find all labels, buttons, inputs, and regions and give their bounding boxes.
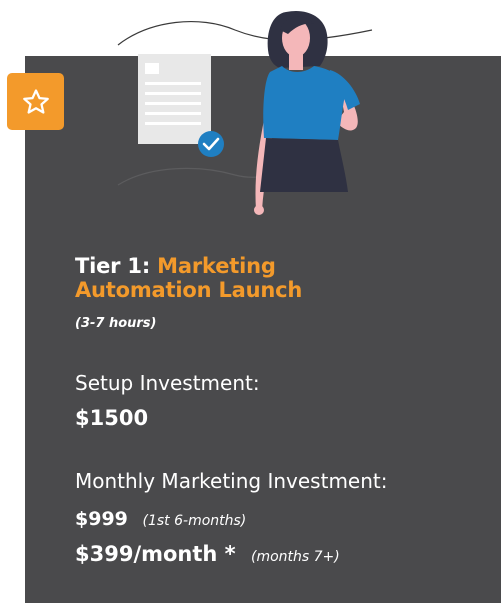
checkmark-icon bbox=[198, 131, 224, 157]
star-badge bbox=[7, 73, 64, 130]
tier-heading: Tier 1: Marketing Automation Launch bbox=[75, 254, 395, 302]
monthly-price-ongoing-amount: $399/month * bbox=[75, 542, 236, 566]
monthly-price-ongoing-note: (months 7+) bbox=[250, 549, 340, 565]
decorative-curve bbox=[117, 21, 373, 46]
document-icon bbox=[138, 54, 211, 144]
tier-duration: (3-7 hours) bbox=[75, 316, 157, 331]
monthly-price-initial-note: (1st 6-months) bbox=[142, 513, 247, 529]
person-illustration bbox=[254, 10, 360, 215]
star-outline-icon bbox=[22, 88, 49, 114]
monthly-price-initial: $999 (1st 6-months) bbox=[75, 506, 246, 534]
hero-illustration bbox=[117, 10, 373, 215]
setup-investment-price: $1500 bbox=[75, 406, 149, 430]
monthly-investment-label: Monthly Marketing Investment: bbox=[75, 469, 388, 493]
pricing-tier-card-section: Tier 1: Marketing Automation Launch (3-7… bbox=[0, 0, 501, 603]
setup-investment-label: Setup Investment: bbox=[75, 371, 260, 395]
tier-prefix: Tier 1: bbox=[75, 254, 151, 278]
monthly-price-ongoing: $399/month * (months 7+) bbox=[75, 541, 340, 570]
monthly-price-initial-amount: $999 bbox=[75, 508, 128, 530]
